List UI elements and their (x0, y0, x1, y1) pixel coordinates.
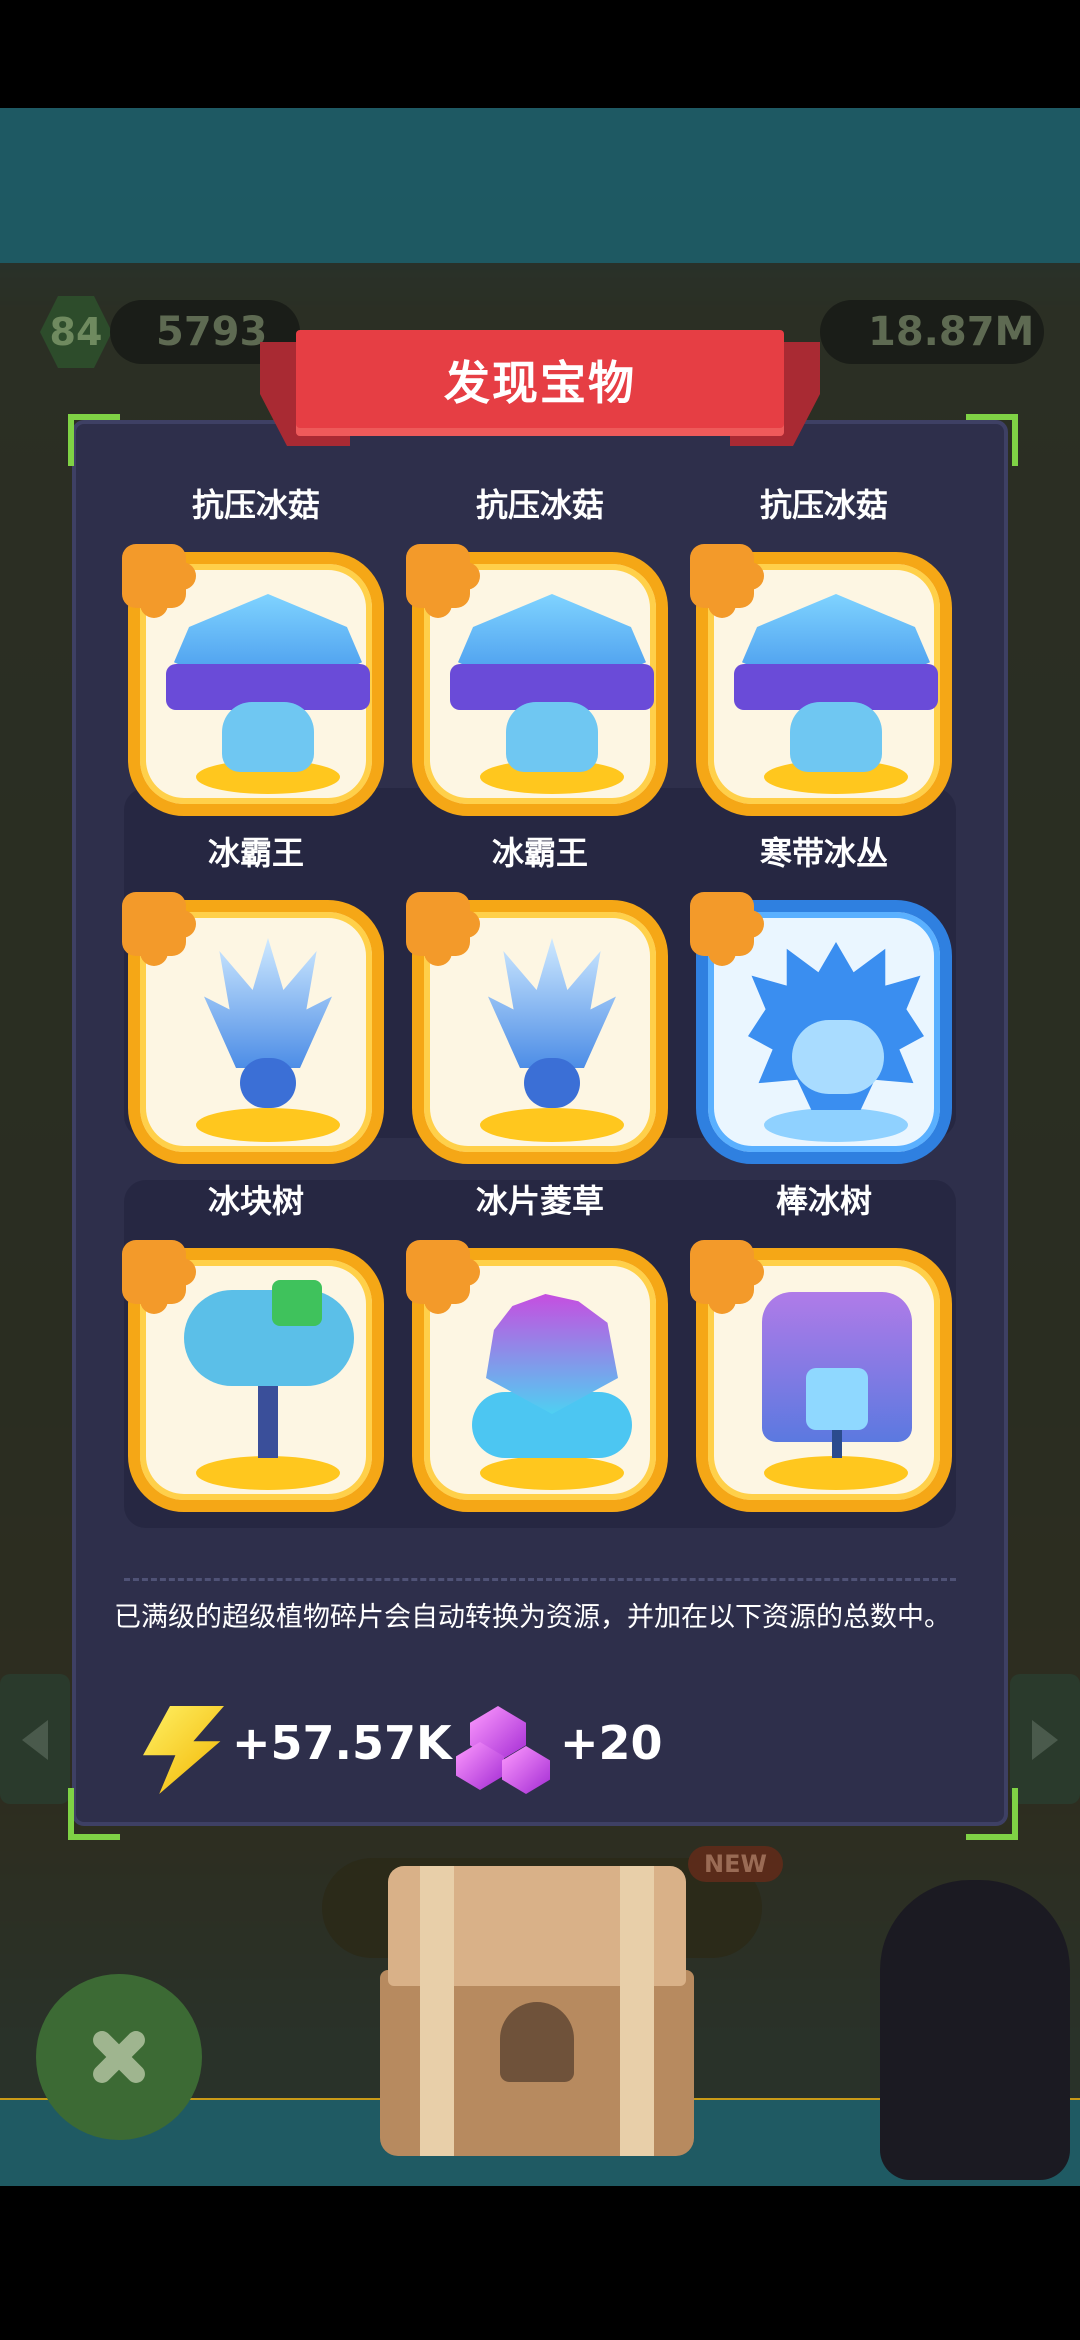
energy-counter: 18.87M (820, 300, 1044, 364)
lightning-bolt-icon (143, 1706, 224, 1794)
energy-value: 18.87M (868, 309, 1035, 355)
plant-name: 抗压冰菇 (191, 486, 320, 524)
plant-name: 冰霸王 (491, 834, 588, 872)
plant-card[interactable]: 寒带冰丛 (690, 834, 952, 1164)
puzzle-piece-icon (406, 892, 480, 966)
purple-gem-icon (456, 1706, 552, 1796)
plant-name: 棒冰树 (775, 1182, 872, 1220)
plant-card[interactable]: 棒冰树 (690, 1182, 952, 1512)
new-badge: NEW (688, 1846, 783, 1882)
plant-card[interactable]: 冰霸王 (406, 834, 668, 1164)
ice-spike-king-icon (488, 938, 616, 1068)
dialog-title: 发现宝物 (444, 356, 636, 410)
energy-reward-value: +57.57K (232, 1716, 452, 1770)
conversion-info-text: 已满级的超级植物碎片会自动转换为资源，并加在以下资源的总数中。 (114, 1602, 951, 1633)
puzzle-piece-icon (122, 544, 196, 618)
plant-name: 抗压冰菇 (475, 486, 604, 524)
shopkeeper-character (880, 1880, 1070, 2180)
frame-corner (966, 1788, 1018, 1840)
puzzle-piece-icon (690, 1240, 764, 1314)
plant-name: 冰霸王 (207, 834, 304, 872)
puzzle-piece-icon (690, 892, 764, 966)
plant-card[interactable]: 冰片菱草 (406, 1182, 668, 1512)
divider (124, 1578, 956, 1581)
status-bar (0, 0, 1080, 108)
ice-spike-king-icon (204, 938, 332, 1068)
plant-name: 抗压冰菇 (759, 486, 888, 524)
plant-name: 冰块树 (207, 1182, 304, 1220)
plant-card[interactable]: 冰霸王 (122, 834, 384, 1164)
chevron-left-icon (22, 1720, 48, 1760)
frame-corner (68, 1788, 120, 1840)
background-top-band (0, 108, 1080, 263)
next-arrow-button[interactable] (1010, 1674, 1080, 1804)
plant-card[interactable]: 抗压冰菇 (122, 486, 384, 816)
puzzle-piece-icon (122, 1240, 196, 1314)
previous-arrow-button[interactable] (0, 1674, 70, 1804)
frame-corner (966, 414, 1018, 466)
puzzle-piece-icon (122, 892, 196, 966)
puzzle-piece-icon (406, 544, 480, 618)
plant-card[interactable]: 抗压冰菇 (406, 486, 668, 816)
chevron-right-icon (1032, 1720, 1058, 1760)
gem-reward: +20 (456, 1706, 676, 1796)
close-button[interactable] (36, 1974, 202, 2140)
navigation-bar (0, 2186, 1080, 2340)
energy-reward: +57.57K (134, 1706, 452, 1796)
sprout-icon (500, 2002, 574, 2082)
plant-card[interactable]: 抗压冰菇 (690, 486, 952, 816)
treasure-chest[interactable] (380, 1862, 694, 2162)
gem-reward-value: +20 (560, 1716, 663, 1770)
plant-name: 冰片菱草 (475, 1182, 604, 1220)
plant-name: 寒带冰丛 (759, 834, 888, 872)
puzzle-piece-icon (690, 544, 764, 618)
title-ribbon: 发现宝物 (296, 330, 784, 436)
coin-value: 5793 (156, 309, 268, 355)
puzzle-piece-icon (406, 1240, 480, 1314)
ice-cube-tree-icon (184, 1290, 354, 1386)
frame-corner (68, 414, 120, 466)
plant-card[interactable]: 冰块树 (122, 1182, 384, 1512)
